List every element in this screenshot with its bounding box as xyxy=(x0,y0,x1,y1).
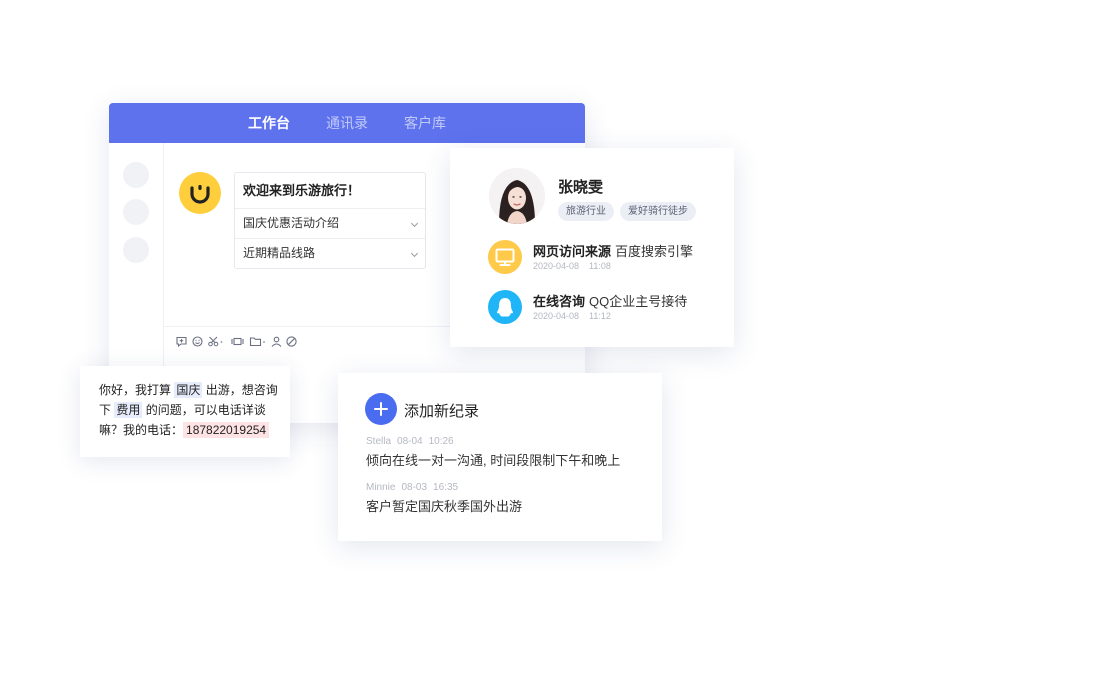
record-date: 08-04 xyxy=(397,436,423,447)
info-row-title: 网页访问来源 百度搜索引擎 xyxy=(533,241,693,260)
record-text: 倾向在线一对一沟通, 时间段限制下午和晚上 xyxy=(366,453,621,468)
keyword-highlight: 费用 xyxy=(114,402,143,418)
folder-icon[interactable] xyxy=(249,335,267,348)
customer-tag: 旅游行业 xyxy=(558,202,614,221)
info-row-time: 2020-04-08 11:08 xyxy=(533,261,611,271)
info-row-title: 在线咨询 QQ企业主号接待 xyxy=(533,291,687,310)
record-author: Minnie xyxy=(366,482,396,493)
info-row-date: 2020-04-08 xyxy=(533,311,580,321)
avatar xyxy=(489,168,545,224)
customer-name: 张晓雯 xyxy=(558,179,604,196)
comment-icon[interactable] xyxy=(175,335,188,348)
tab-customer-library[interactable]: 客户库 xyxy=(404,113,446,133)
customer-tag: 爱好骑行徒步 xyxy=(620,202,696,221)
welcome-item-label: 近期精品线路 xyxy=(243,246,316,260)
sidebar-item-1[interactable] xyxy=(123,162,149,188)
phone-highlight[interactable]: 187822019254 xyxy=(183,422,270,438)
sidebar-item-3[interactable] xyxy=(123,237,149,263)
info-row-clock: 11:08 xyxy=(589,261,611,271)
welcome-item-holiday-promo[interactable]: 国庆优惠活动介绍 xyxy=(235,209,425,238)
record-meta: Stella 08-04 10:26 xyxy=(366,436,620,447)
chevron-down-icon xyxy=(410,249,419,258)
message-text: 你好，我打算 xyxy=(99,383,172,397)
record-item: Minnie 08-03 16:35 客户暂定国庆秋季国外出游 xyxy=(366,482,522,515)
video-icon[interactable] xyxy=(231,335,244,348)
info-row-value: 百度搜索引擎 xyxy=(615,244,694,259)
keyword-highlight: 国庆 xyxy=(174,382,203,398)
emoji-icon[interactable] xyxy=(191,335,204,348)
welcome-title: 欢迎来到乐游旅行！ xyxy=(235,173,425,209)
records-card: 添加新纪录 Stella 08-04 10:26 倾向在线一对一沟通, 时间段限制下… xyxy=(338,373,662,541)
tab-contacts[interactable]: 通讯录 xyxy=(326,113,368,133)
scissors-icon[interactable] xyxy=(207,335,225,348)
info-row-label: 网页访问来源 xyxy=(533,244,612,259)
record-date: 08-03 xyxy=(401,482,428,493)
sidebar-item-2[interactable] xyxy=(123,199,149,225)
record-meta: Minnie 08-03 16:35 xyxy=(366,482,522,493)
add-record-button[interactable] xyxy=(365,393,397,425)
info-row-date: 2020-04-08 xyxy=(533,261,580,271)
tab-workbench[interactable]: 工作台 xyxy=(248,113,290,133)
record-time: 16:35 xyxy=(433,482,459,493)
stage: 工作台 通讯录 客户库 欢迎来到乐游旅行！ 国庆优惠活动介绍 近期精品线路 张晓… xyxy=(0,0,1110,680)
block-icon[interactable] xyxy=(285,335,298,348)
brand-logo-icon xyxy=(179,172,221,214)
qq-icon xyxy=(488,290,522,324)
app-header: 工作台 通讯录 客户库 xyxy=(109,103,585,143)
record-author: Stella xyxy=(366,436,392,447)
info-row-value: QQ企业主号接待 xyxy=(589,294,688,309)
info-row-clock: 11:12 xyxy=(589,311,611,321)
customer-info-card: 张晓雯 旅游行业 爱好骑行徒步 网页访问来源 百度搜索引擎 2020-04-08 1… xyxy=(450,148,734,347)
visitor-message: 你好，我打算 国庆 出游，想咨询下 费用 的问题，可以电话详谈嘛？我的电话： 18… xyxy=(99,380,281,440)
welcome-card: 欢迎来到乐游旅行！ 国庆优惠活动介绍 近期精品线路 xyxy=(234,172,426,269)
monitor-icon xyxy=(488,240,522,274)
welcome-item-featured-routes[interactable]: 近期精品线路 xyxy=(235,238,425,268)
info-row-label: 在线咨询 xyxy=(533,294,586,309)
record-time: 10:26 xyxy=(428,436,454,447)
chevron-down-icon xyxy=(410,219,419,228)
record-item: Stella 08-04 10:26 倾向在线一对一沟通, 时间段限制下午和晚上 xyxy=(366,436,620,469)
visitor-message-card: 你好，我打算 国庆 出游，想咨询下 费用 的问题，可以电话详谈嘛？我的电话： 18… xyxy=(80,366,290,457)
info-row-time: 2020-04-08 11:12 xyxy=(533,311,611,321)
add-record-label[interactable]: 添加新纪录 xyxy=(404,400,479,421)
welcome-item-label: 国庆优惠活动介绍 xyxy=(243,216,340,230)
record-text: 客户暂定国庆秋季国外出游 xyxy=(366,499,523,514)
contact-icon[interactable] xyxy=(270,335,283,348)
